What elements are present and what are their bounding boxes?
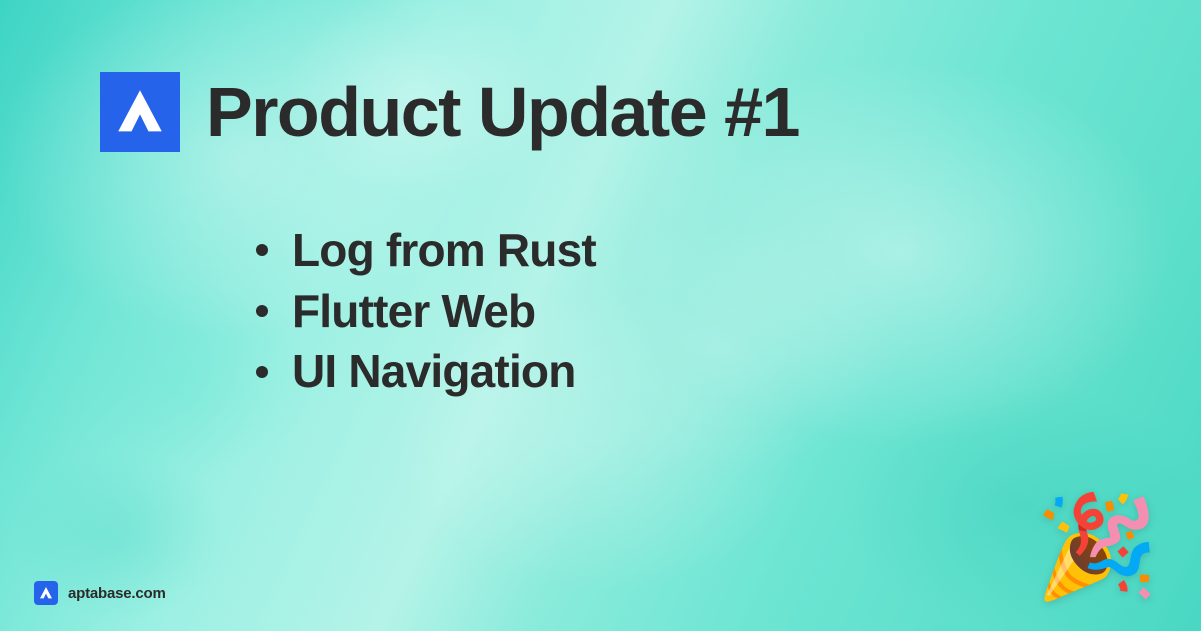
triangle-icon <box>111 83 169 141</box>
page-title: Product Update #1 <box>206 77 799 147</box>
list-item: Flutter Web <box>248 281 1101 342</box>
announcement-card: Product Update #1 Log from Rust Flutter … <box>0 0 1201 631</box>
party-popper-icon: 🎉 <box>1034 497 1159 597</box>
list-item: UI Navigation <box>248 341 1101 402</box>
footer-brand: aptabase.com <box>34 581 166 605</box>
brand-logo-large <box>100 72 180 152</box>
header-row: Product Update #1 <box>100 72 1101 152</box>
triangle-icon <box>38 585 54 601</box>
brand-url: aptabase.com <box>68 585 166 602</box>
brand-logo-small <box>34 581 58 605</box>
feature-list: Log from Rust Flutter Web UI Navigation <box>248 220 1101 402</box>
list-item: Log from Rust <box>248 220 1101 281</box>
